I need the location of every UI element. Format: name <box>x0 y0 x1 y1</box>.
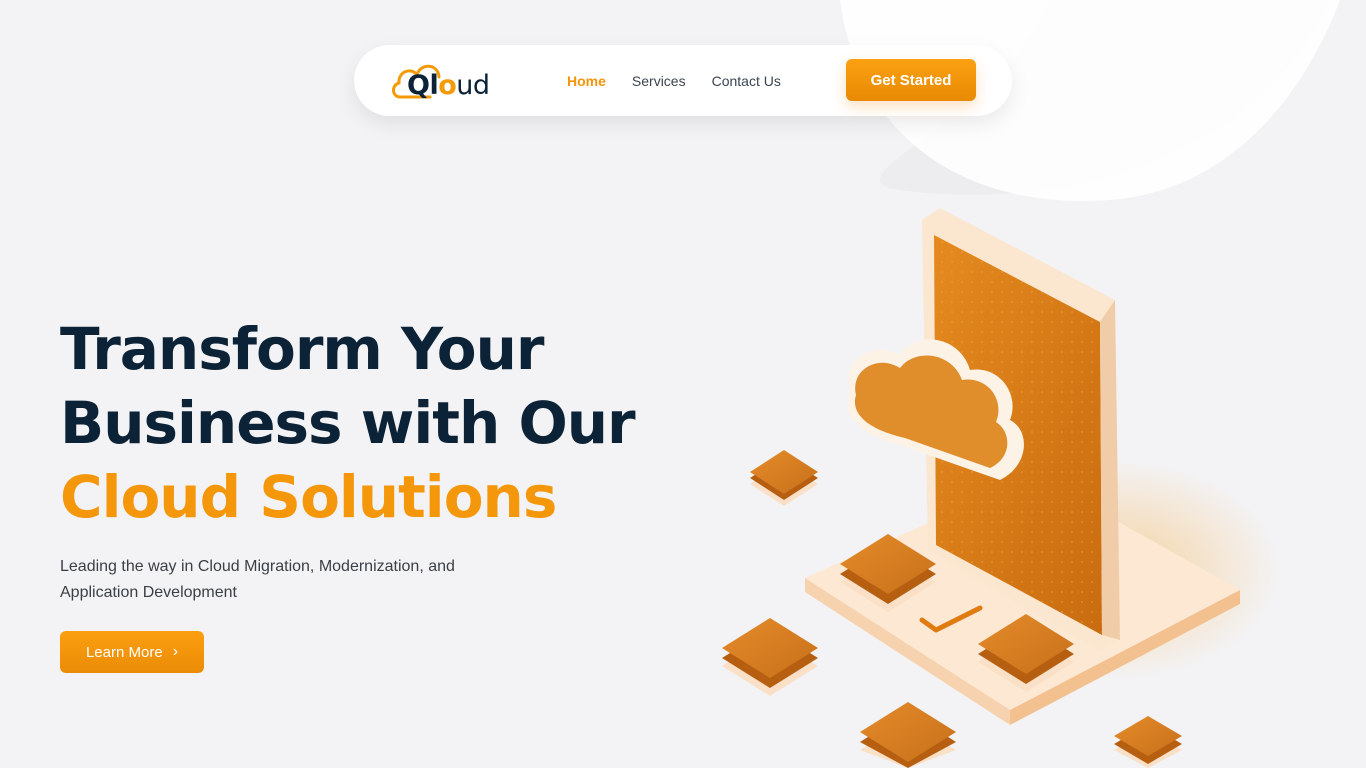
logo-letter-o: o <box>438 70 457 101</box>
cloud-phone-illustration <box>722 208 1280 768</box>
hero-title-accent: Cloud Solutions <box>60 463 557 531</box>
logo-text: Qloud <box>407 70 490 101</box>
chevron-right-icon: › <box>172 643 179 660</box>
hero-title-line-2: Business with Our <box>60 389 636 457</box>
logo-letters-ud: ud <box>456 70 490 101</box>
navbar: Qloud Home Services Contact Us Get Start… <box>354 45 1012 116</box>
chip-icon <box>722 618 818 696</box>
logo-letter-l: l <box>429 70 439 101</box>
nav-link-contact-us[interactable]: Contact Us <box>712 73 781 89</box>
logo-letter-q: Q <box>407 70 430 101</box>
nav-links: Home Services Contact Us <box>567 73 781 89</box>
nav-link-services[interactable]: Services <box>632 73 686 89</box>
chip-icon <box>750 450 818 506</box>
landing-page: Qloud Home Services Contact Us Get Start… <box>0 0 1366 768</box>
learn-more-button[interactable]: Learn More › <box>60 631 204 673</box>
logo[interactable]: Qloud <box>390 57 502 105</box>
learn-more-label: Learn More <box>85 643 163 661</box>
hero-title-line-1: Transform Your <box>60 315 544 383</box>
chip-icon <box>1114 716 1182 768</box>
hero-subtitle: Leading the way in Cloud Migration, Mode… <box>60 558 455 601</box>
chip-icon <box>860 702 956 768</box>
nav-link-home[interactable]: Home <box>567 73 606 89</box>
hero-title: Transform Your Business with Our Cloud S… <box>60 312 700 534</box>
get-started-button[interactable]: Get Started <box>846 59 976 101</box>
